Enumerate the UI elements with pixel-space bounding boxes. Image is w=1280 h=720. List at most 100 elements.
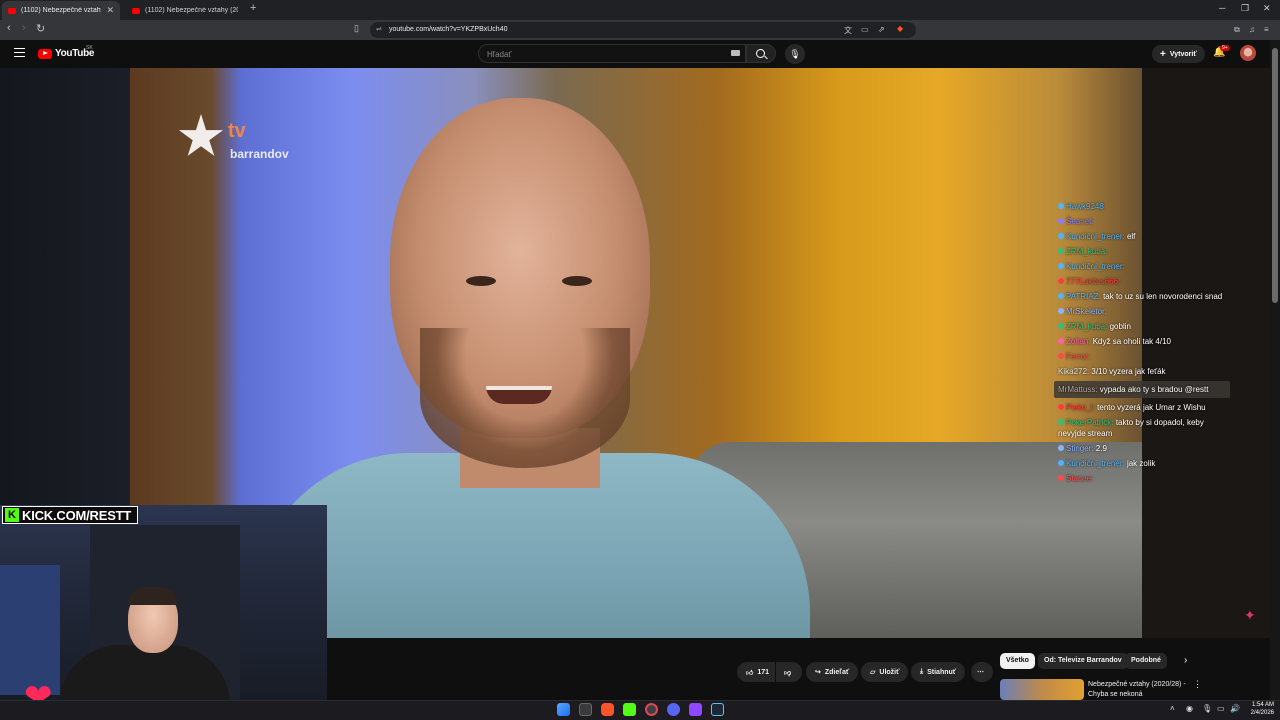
account-avatar[interactable] xyxy=(1240,45,1256,61)
keyboard-icon[interactable] xyxy=(731,50,740,56)
recommendation-menu-icon[interactable]: ⋮ xyxy=(1193,679,1202,690)
site-info-icon[interactable]: ⇌ xyxy=(376,25,382,33)
extensions-icon[interactable]: ⧉ xyxy=(1234,25,1240,35)
thumbs-down-icon: 👎︎ xyxy=(784,669,792,677)
minimize-icon[interactable]: ─ xyxy=(1219,3,1225,13)
chip-related[interactable]: Podobné xyxy=(1125,653,1167,669)
kick-app-icon[interactable] xyxy=(623,703,636,716)
reload-icon[interactable]: ↻ xyxy=(36,22,45,35)
chat-message: MrMattuss: vypada ako ty s bradou @restt xyxy=(1054,381,1230,398)
browser-tab[interactable]: (1102) Nebezpečné vztahy (2020/28) - Chy… xyxy=(126,1,244,20)
channel-watermark: tv barrandov xyxy=(178,114,289,161)
chat-badge-icon xyxy=(1058,353,1064,359)
tray-app-icon[interactable]: ◉ xyxy=(1186,704,1193,713)
chat-message: Kundiční_trener: jak zolik xyxy=(1058,458,1230,469)
scrollbar-thumb[interactable] xyxy=(1272,48,1278,303)
chip-all[interactable]: Všetko xyxy=(1000,653,1035,669)
restore-icon[interactable]: ❐ xyxy=(1241,3,1249,14)
tray-mic-icon[interactable]: 🎙 xyxy=(1202,704,1212,713)
player-letterbox-left xyxy=(0,68,130,505)
chat-text: 2.9 xyxy=(1095,444,1107,453)
recommendation-title[interactable]: Nebezpečné vztahy (2020/28) - Chyba se n… xyxy=(1088,680,1188,700)
download-icon: ⤓ xyxy=(920,668,924,675)
youtube-masthead: YouTube SK Hľadať 🎙 + Vytvoriť 🔔 9+ xyxy=(0,40,1270,68)
chat-badge-icon xyxy=(1058,323,1064,329)
url-text: youtube.com/watch?v=YKZPBxUch40 xyxy=(389,26,508,33)
chat-username: Stinger: xyxy=(1066,444,1094,453)
forward-icon[interactable]: › xyxy=(22,22,26,34)
media-icon[interactable]: ♫ xyxy=(1249,25,1255,34)
create-label: Vytvoriť xyxy=(1169,50,1197,58)
save-button[interactable]: ▱ Uložiť xyxy=(861,662,909,682)
download-button[interactable]: ⤓ Stiahnuť xyxy=(911,662,966,682)
chat-username: 777Lukitos666: xyxy=(1066,277,1121,286)
volume-icon[interactable]: 🔊 xyxy=(1230,704,1240,713)
browser-tab-active[interactable]: (1102) Nebezpečné vztahy (2020/28) - Chy… xyxy=(2,1,120,20)
page-scrollbar[interactable] xyxy=(1270,40,1280,700)
chips-next-icon[interactable]: › xyxy=(1184,655,1187,666)
brave-browser-icon[interactable] xyxy=(601,703,614,716)
brave-shield-icon[interactable]: ◆ xyxy=(897,24,903,33)
chat-message: Šeanet: xyxy=(1058,216,1230,227)
dislike-button[interactable]: 👎︎ xyxy=(776,662,802,682)
search-button[interactable] xyxy=(746,44,776,63)
chat-username: MrMattuss: xyxy=(1058,385,1098,394)
stream-chat-overlay: Hawk9248 Šeanet: Kundiční_trener: elf ZRM_k… xyxy=(1054,201,1230,488)
watermark-tv: tv xyxy=(228,120,246,142)
star-logo-icon xyxy=(178,114,224,156)
tab-title: (1102) Nebezpečné vztahy (2020/28) - Chy… xyxy=(145,7,238,14)
taskbar-clock[interactable]: 1:54 AM 2/4/2026 xyxy=(1244,701,1274,717)
twitch-icon[interactable] xyxy=(689,703,702,716)
chat-text: tento vyzerá jak Umar z Wishu xyxy=(1097,403,1206,412)
back-icon[interactable]: ‹ xyxy=(7,22,11,34)
chat-badge-icon xyxy=(1058,248,1064,254)
create-button[interactable]: + Vytvoriť xyxy=(1152,45,1205,63)
voice-search-icon[interactable]: 🎙 xyxy=(785,44,805,64)
bookmark-icon[interactable]: ▯ xyxy=(354,23,359,34)
chat-badge-icon xyxy=(1058,445,1064,451)
menu-icon[interactable]: ≡ xyxy=(1264,25,1269,34)
chat-username: Kundiční_trener: xyxy=(1066,232,1125,241)
chat-username: PokerPatrick: xyxy=(1066,418,1114,427)
more-horizontal-icon: ⋯ xyxy=(977,669,984,676)
chat-text: jak zolik xyxy=(1126,459,1156,468)
steam-icon[interactable] xyxy=(711,703,724,716)
kick-banner: K KICK.COM/RESTT xyxy=(2,506,139,524)
task-view-icon[interactable] xyxy=(579,703,592,716)
url-field[interactable]: ⇌ youtube.com/watch?v=YKZPBxUch40 xyxy=(370,22,916,38)
chat-badge-icon xyxy=(1058,475,1064,481)
chip-from-channel[interactable]: Od: Televize Barrandov xyxy=(1038,653,1128,669)
share-label: Zdieľať xyxy=(824,668,850,676)
obs-icon[interactable] xyxy=(645,703,658,716)
share-button[interactable]: ↪ Zdieľať xyxy=(806,662,859,682)
download-label: Stiahnuť xyxy=(927,668,957,676)
chat-text: vypada ako ty s bradou @restt xyxy=(1099,385,1209,394)
like-count: 171 xyxy=(757,668,770,676)
search-input[interactable]: Hľadať xyxy=(478,44,746,63)
share-page-icon[interactable]: ⇗ xyxy=(878,25,885,34)
new-tab-button[interactable]: + xyxy=(250,2,256,14)
discord-icon[interactable] xyxy=(667,703,680,716)
network-icon[interactable]: ▭ xyxy=(1217,704,1225,713)
kick-banner-text: KICK.COM/RESTT xyxy=(22,507,132,523)
like-button[interactable]: 👍︎ 171 xyxy=(737,662,775,682)
plus-icon: + xyxy=(1160,48,1166,60)
translate-icon[interactable]: 文 xyxy=(844,25,852,36)
chat-badge-icon xyxy=(1058,233,1064,239)
chat-message: Stacee: xyxy=(1058,473,1230,484)
start-menu-icon[interactable] xyxy=(557,703,570,716)
kick-overlay-icon: ✦ xyxy=(1244,607,1256,623)
close-tab-icon[interactable]: ✕ xyxy=(106,5,114,16)
recommendation-thumbnail[interactable] xyxy=(1000,679,1084,700)
more-actions-button[interactable]: ⋯ xyxy=(971,662,993,682)
close-window-icon[interactable]: ✕ xyxy=(1263,3,1271,14)
thumbs-up-icon: 👍︎ xyxy=(746,669,754,677)
chat-message: PATRIAZ: tak to uz su len novorodenci sn… xyxy=(1058,291,1230,302)
chat-message: PokerPatrick: takto by si dopadol, keby … xyxy=(1058,417,1230,439)
guide-menu-icon[interactable] xyxy=(14,48,25,57)
cast-icon[interactable]: ▭ xyxy=(861,25,869,34)
chat-username: MrSkeletor: xyxy=(1066,307,1107,316)
streamer-hair xyxy=(128,587,178,605)
chat-badge-icon xyxy=(1058,404,1064,410)
tray-overflow-icon[interactable]: ˄ xyxy=(1170,704,1175,713)
